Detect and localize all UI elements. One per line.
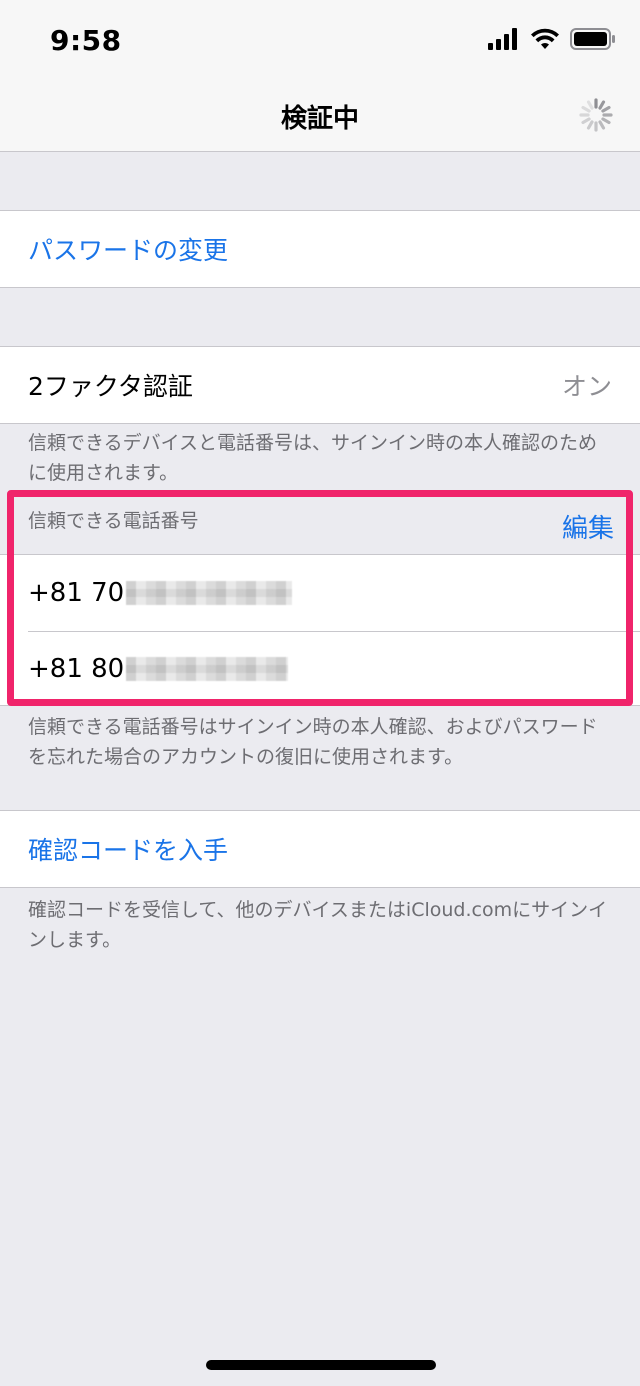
two-factor-row[interactable]: 2ファクタ認証 オン [0, 347, 640, 423]
edit-button[interactable]: 編集 [562, 508, 614, 545]
status-icons [488, 24, 616, 54]
battery-icon [570, 28, 615, 50]
password-group: パスワードの変更 [0, 210, 640, 288]
change-password-label: パスワードの変更 [28, 236, 229, 265]
status-time: 9:58 [50, 24, 122, 57]
trusted-numbers-header: 信頼できる電話番号 編集 [0, 494, 640, 556]
two-factor-label: 2ファクタ認証 [28, 372, 193, 401]
status-bar: 9:58 [0, 0, 640, 80]
trusted-numbers-list: +81 70 +81 80 [0, 554, 640, 706]
redacted-number [126, 581, 293, 605]
two-factor-footer: 信頼できるデバイスと電話番号は、サインイン時の本人確認のために使用されます。 [28, 432, 598, 484]
loading-spinner-icon [579, 98, 613, 132]
page-title: 検証中 [280, 104, 359, 134]
phone-number-prefix: +81 80 [28, 654, 125, 684]
verification-code-footer: 確認コードを受信して、他のデバイスまたはiCloud.comにサインインします。 [28, 899, 608, 951]
phone-number-row[interactable]: +81 80 [0, 631, 640, 707]
trusted-numbers-footer: 信頼できる電話番号はサインイン時の本人確認、およびパスワードを忘れた場合のアカウ… [28, 716, 598, 768]
phone-number-prefix: +81 70 [28, 578, 125, 608]
navigation-bar: 検証中 [0, 80, 640, 152]
change-password-button[interactable]: パスワードの変更 [0, 211, 640, 287]
two-factor-status: オン [561, 372, 612, 401]
home-indicator[interactable] [206, 1360, 436, 1370]
two-factor-group: 2ファクタ認証 オン [0, 346, 640, 424]
trusted-numbers-title: 信頼できる電話番号 [28, 510, 199, 532]
get-verification-code-label: 確認コードを入手 [28, 836, 229, 865]
redacted-number [126, 657, 289, 681]
cellular-signal-icon [488, 28, 517, 50]
wifi-icon [531, 28, 559, 49]
verification-code-group: 確認コードを入手 [0, 810, 640, 888]
get-verification-code-button[interactable]: 確認コードを入手 [0, 811, 640, 887]
phone-number-row[interactable]: +81 70 [0, 555, 640, 631]
